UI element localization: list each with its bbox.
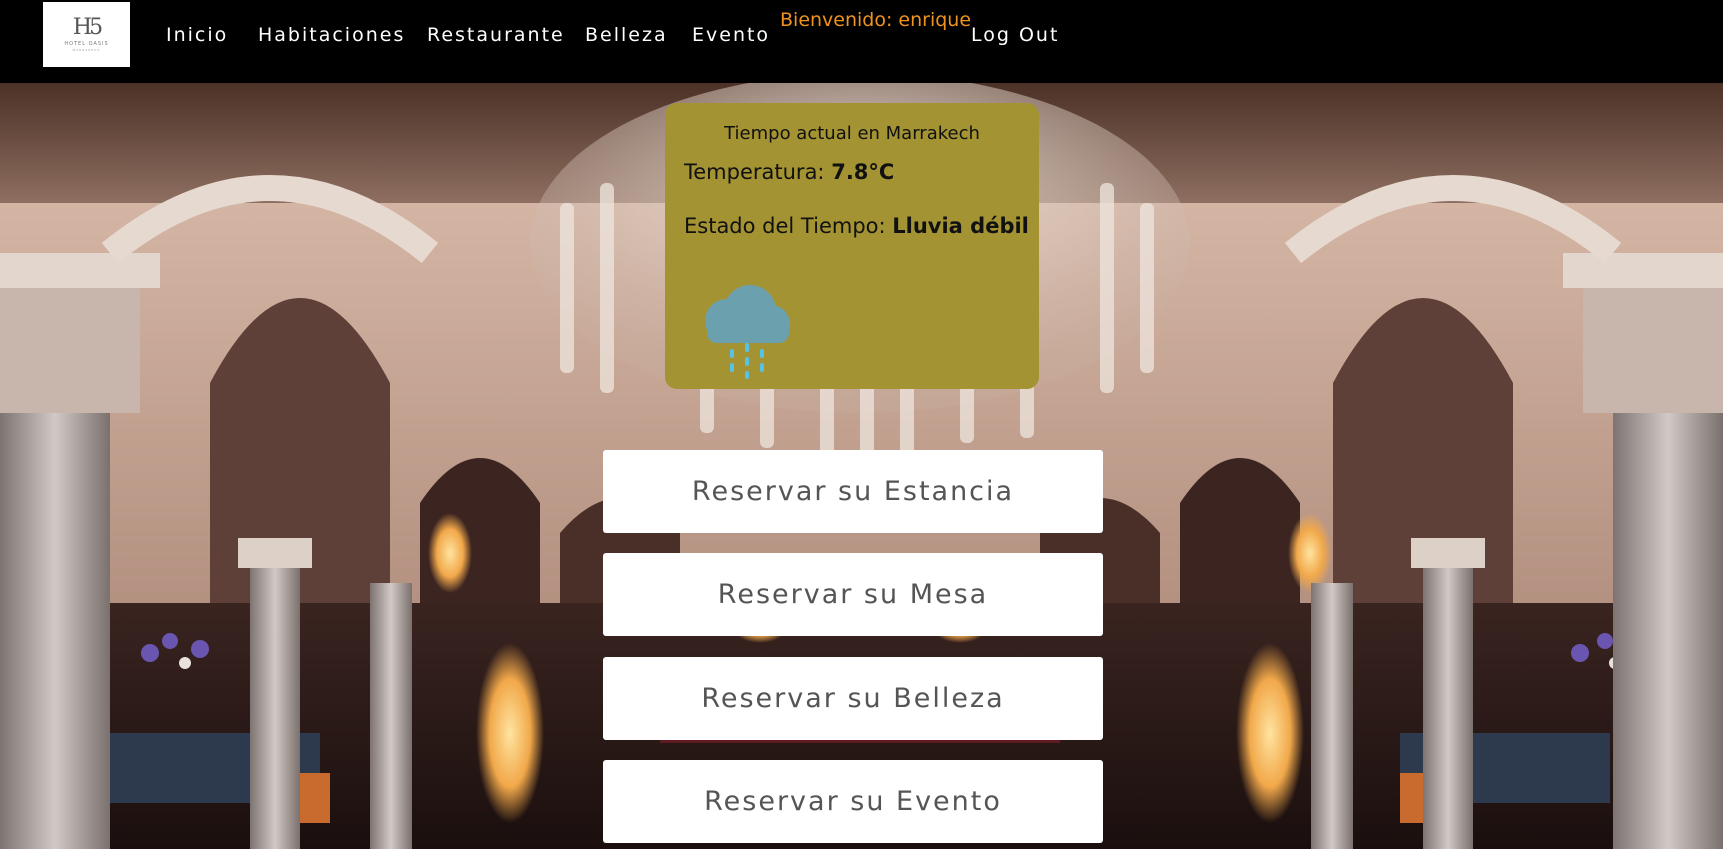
reserve-event-button[interactable]: Reservar su Evento [603, 760, 1103, 843]
nav-habitaciones[interactable]: Habitaciones [258, 23, 405, 47]
reserve-beauty-button[interactable]: Reservar su Belleza [603, 657, 1103, 740]
weather-title: Tiempo actual en Marrakech [724, 123, 980, 144]
nav-inicio[interactable]: Inicio [166, 23, 228, 47]
temperature-value: 7.8°C [831, 160, 895, 184]
reserve-stay-button[interactable]: Reservar su Estancia [603, 450, 1103, 533]
temperature-row: Temperatura: 7.8°C [684, 160, 894, 184]
logout-link[interactable]: Log Out [971, 23, 1059, 47]
welcome-message: Bienvenido: enrique [780, 9, 972, 31]
weather-state-value: Lluvia débil [892, 214, 1029, 238]
logo-text: HOTEL OASIS [64, 40, 109, 47]
hotel-logo[interactable]: H5 HOTEL OASIS MARRAKECH [43, 2, 130, 67]
weather-state-row: Estado del Tiempo: Lluvia débil [684, 214, 1029, 238]
weather-card: Tiempo actual en Marrakech Temperatura: … [665, 103, 1039, 389]
reserve-table-button[interactable]: Reservar su Mesa [603, 553, 1103, 636]
logo-mark: H5 [72, 14, 103, 40]
weather-state-label: Estado del Tiempo: [684, 214, 886, 238]
nav-restaurante[interactable]: Restaurante [427, 23, 565, 47]
logo-subtext: MARRAKECH [72, 47, 101, 52]
light-rain-icon [705, 285, 790, 379]
nav-belleza[interactable]: Belleza [585, 23, 668, 47]
top-navbar: H5 HOTEL OASIS MARRAKECH Inicio Habitaci… [0, 0, 1723, 83]
temperature-label: Temperatura: [684, 160, 825, 184]
nav-evento[interactable]: Evento [692, 23, 770, 47]
